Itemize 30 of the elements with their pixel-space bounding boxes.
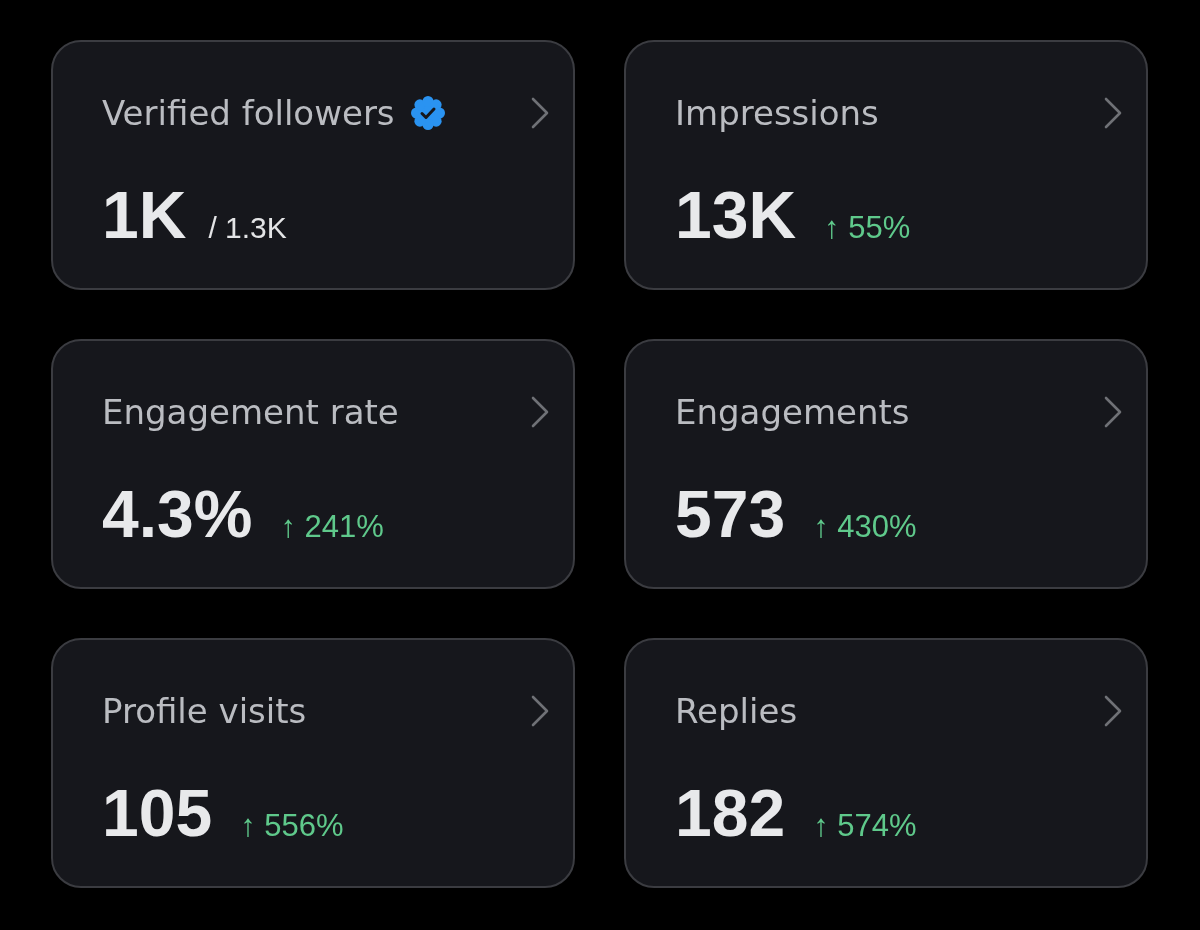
metric-card[interactable]: Impressions 13K ↑ 55% (624, 40, 1148, 290)
change-percentage: ↑ 574% (813, 808, 917, 844)
metric-title: Profile visits (102, 690, 307, 733)
change-percentage: ↑ 55% (824, 210, 911, 246)
metric-title: Engagement rate (102, 391, 399, 434)
metric-value: 4.3% (102, 478, 253, 550)
chevron-right-icon (531, 695, 549, 727)
change-percentage: ↑ 430% (813, 509, 917, 545)
metric-value: 573 (675, 478, 786, 550)
metric-card[interactable]: Engagement rate 4.3% ↑ 241% (51, 339, 575, 589)
metric-card[interactable]: Replies 182 ↑ 574% (624, 638, 1148, 888)
change-percentage: ↑ 556% (240, 808, 344, 844)
metric-card[interactable]: Verified followers 1K / 1.3K (51, 40, 575, 290)
metric-card[interactable]: Profile visits 105 ↑ 556% (51, 638, 575, 888)
metric-title: Impressions (675, 92, 879, 135)
chevron-right-icon (1104, 695, 1122, 727)
metric-value: 13K (675, 179, 797, 251)
metric-value: 105 (102, 777, 213, 849)
chevron-right-icon (531, 396, 549, 428)
metric-card[interactable]: Engagements 573 ↑ 430% (624, 339, 1148, 589)
chevron-right-icon (1104, 396, 1122, 428)
metric-title: Verified followers (102, 92, 395, 135)
metric-title: Engagements (675, 391, 910, 434)
metric-value: 1K (102, 179, 187, 251)
metric-value: 182 (675, 777, 786, 849)
metric-total: / 1.3K (208, 211, 287, 245)
metric-title: Replies (675, 690, 798, 733)
change-percentage: ↑ 241% (280, 509, 384, 545)
chevron-right-icon (531, 97, 549, 129)
chevron-right-icon (1104, 97, 1122, 129)
